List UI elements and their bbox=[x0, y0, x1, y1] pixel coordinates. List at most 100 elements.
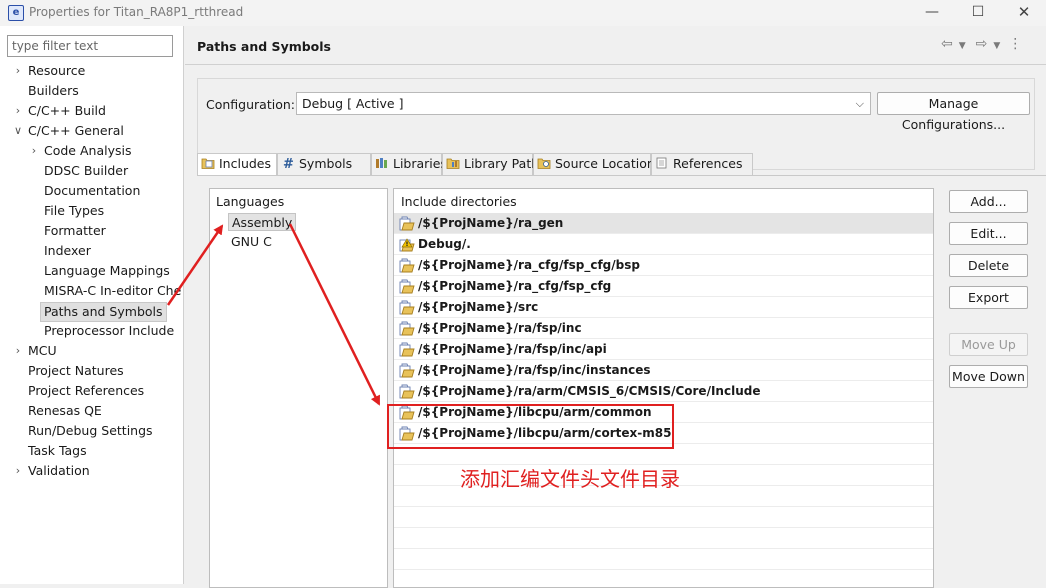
tab-label: Symbols bbox=[299, 156, 353, 171]
add-button[interactable]: Add... bbox=[949, 190, 1028, 213]
back-icon[interactable]: ⇦ bbox=[941, 36, 959, 52]
tree-item-label: File Types bbox=[44, 203, 105, 218]
empty-row bbox=[394, 507, 933, 528]
chevron-down-icon[interactable]: ∨ bbox=[12, 121, 24, 141]
tree-item-label: Documentation bbox=[44, 183, 141, 198]
tree-item-label: Language Mappings bbox=[44, 263, 170, 278]
include-folder-icon bbox=[399, 384, 415, 399]
window-title: Properties for Titan_RA8P1_rtthread bbox=[29, 5, 244, 19]
languages-list[interactable]: Languages Assembly GNU C bbox=[209, 188, 388, 588]
edit-button[interactable]: Edit... bbox=[949, 222, 1028, 245]
tab-symbols[interactable]: # Symbols bbox=[277, 153, 371, 175]
minimize-button[interactable]: — bbox=[909, 0, 955, 26]
tab-library-paths[interactable]: Library Paths bbox=[442, 153, 546, 175]
empty-row bbox=[394, 528, 933, 549]
tab-libraries[interactable]: Libraries bbox=[371, 153, 447, 175]
tree-item-label: Task Tags bbox=[28, 443, 87, 458]
title-bar: e Properties for Titan_RA8P1_rtthread — … bbox=[0, 0, 1046, 26]
empty-row bbox=[394, 549, 933, 570]
include-row[interactable]: Debug/. bbox=[394, 234, 933, 255]
include-folder-icon bbox=[399, 321, 415, 336]
include-row[interactable]: /${ProjName}/src bbox=[394, 297, 933, 318]
include-folder-icon bbox=[399, 300, 415, 315]
include-folder-warning-icon bbox=[399, 237, 415, 252]
include-directories-list[interactable]: Include directories /${ProjName}/ra_gen D… bbox=[393, 188, 934, 588]
tab-label: References bbox=[673, 156, 743, 171]
tree-item-label: Preprocessor Include bbox=[44, 323, 175, 338]
history-navigation: ⇦▼⇨▼⋮ bbox=[941, 36, 1022, 52]
configuration-select[interactable]: Debug [ Active ] ⌵ bbox=[296, 92, 871, 115]
forward-menu-icon[interactable]: ▼ bbox=[993, 41, 1008, 51]
include-row[interactable]: /${ProjName}/ra/fsp/inc/instances bbox=[394, 360, 933, 381]
configuration-value: Debug [ Active ] bbox=[302, 96, 404, 111]
export-button[interactable]: Export bbox=[949, 286, 1028, 309]
chevron-right-icon[interactable]: › bbox=[12, 341, 24, 361]
include-row[interactable]: /${ProjName}/ra/arm/CMSIS_6/CMSIS/Core/I… bbox=[394, 381, 933, 402]
hash-icon: # bbox=[281, 155, 295, 172]
empty-row bbox=[394, 570, 933, 587]
view-menu-icon[interactable]: ⋮ bbox=[1008, 36, 1022, 52]
annotation-highlight-box bbox=[387, 404, 674, 449]
include-folder-icon bbox=[399, 279, 415, 294]
chevron-right-icon[interactable]: › bbox=[12, 461, 24, 481]
forward-icon[interactable]: ⇨ bbox=[976, 36, 994, 52]
library-paths-icon bbox=[446, 155, 460, 169]
close-button[interactable]: ✕ bbox=[1001, 0, 1046, 26]
tree-item-label: Formatter bbox=[44, 223, 106, 238]
tree-item-label: Paths and Symbols bbox=[40, 302, 167, 322]
include-path: Debug/. bbox=[418, 237, 471, 251]
tree-item-label: Indexer bbox=[44, 243, 91, 258]
include-row[interactable]: /${ProjName}/ra_cfg/fsp_cfg bbox=[394, 276, 933, 297]
delete-button[interactable]: Delete bbox=[949, 254, 1028, 277]
tree-item-label: Project Natures bbox=[28, 363, 124, 378]
tab-label: Libraries bbox=[393, 156, 447, 171]
chevron-down-icon: ⌵ bbox=[855, 97, 864, 110]
libraries-icon bbox=[375, 155, 389, 168]
tree-item-label: DDSC Builder bbox=[44, 163, 129, 178]
tab-includes[interactable]: Includes bbox=[197, 153, 277, 176]
tab-label: Includes bbox=[219, 156, 272, 171]
include-folder-icon bbox=[399, 216, 415, 231]
include-folder-icon bbox=[399, 342, 415, 357]
include-path: /${ProjName}/ra_cfg/fsp_cfg/bsp bbox=[418, 258, 640, 272]
include-row[interactable]: /${ProjName}/ra_cfg/fsp_cfg/bsp bbox=[394, 255, 933, 276]
tab-references[interactable]: References bbox=[651, 153, 753, 175]
chevron-right-icon[interactable]: › bbox=[12, 101, 24, 121]
manage-configurations-button[interactable]: Manage Configurations... bbox=[877, 92, 1030, 132]
language-gnu-c[interactable]: GNU C bbox=[228, 233, 275, 251]
source-location-icon bbox=[537, 155, 551, 169]
include-row[interactable]: /${ProjName}/ra/fsp/inc/api bbox=[394, 339, 933, 360]
tree-item-label: C/C++ Build bbox=[28, 103, 106, 118]
tree-item-label: Renesas QE bbox=[28, 403, 102, 418]
chevron-right-icon[interactable]: › bbox=[12, 61, 24, 81]
tree-item-label: Resource bbox=[28, 63, 86, 78]
tree-item-label: MCU bbox=[28, 343, 57, 358]
header-divider bbox=[185, 64, 1046, 65]
annotation-text: 添加汇编文件头文件目录 bbox=[460, 467, 680, 491]
move-down-button[interactable]: Move Down bbox=[949, 365, 1028, 388]
include-path: /${ProjName}/ra/fsp/inc/api bbox=[418, 342, 607, 356]
tree-item-label: Run/Debug Settings bbox=[28, 423, 153, 438]
include-folder-icon bbox=[399, 363, 415, 378]
maximize-button[interactable]: ☐ bbox=[955, 0, 1001, 26]
chevron-right-icon[interactable]: › bbox=[28, 141, 40, 161]
tree-item-label: Code Analysis bbox=[44, 143, 132, 158]
language-assembly[interactable]: Assembly bbox=[228, 213, 297, 231]
include-path: /${ProjName}/src bbox=[418, 300, 539, 314]
navigation-pane: › Resource Builders › C/C++ Build ∨ C/C++ Gene… bbox=[0, 26, 184, 584]
tab-source-location[interactable]: Source Location bbox=[533, 153, 655, 175]
content-pane: Paths and Symbols ⇦▼⇨▼⋮ Configuration: D… bbox=[185, 26, 1046, 588]
include-path: /${ProjName}/ra_cfg/fsp_cfg bbox=[418, 279, 612, 293]
filter-input[interactable] bbox=[7, 35, 173, 57]
include-row[interactable]: /${ProjName}/ra_gen bbox=[394, 213, 933, 234]
include-path: /${ProjName}/ra/arm/CMSIS_6/CMSIS/Core/I… bbox=[418, 384, 761, 398]
includes-icon bbox=[201, 155, 215, 169]
move-up-button[interactable]: Move Up bbox=[949, 333, 1028, 356]
include-row[interactable]: /${ProjName}/ra/fsp/inc bbox=[394, 318, 933, 339]
back-menu-icon[interactable]: ▼ bbox=[959, 41, 976, 51]
tab-label: Source Location bbox=[555, 156, 655, 171]
app-icon: e bbox=[8, 5, 24, 21]
tree-item-label: MISRA-C In-editor Che bbox=[44, 283, 182, 298]
include-folder-icon bbox=[399, 258, 415, 273]
configuration-label: Configuration: bbox=[206, 97, 295, 112]
